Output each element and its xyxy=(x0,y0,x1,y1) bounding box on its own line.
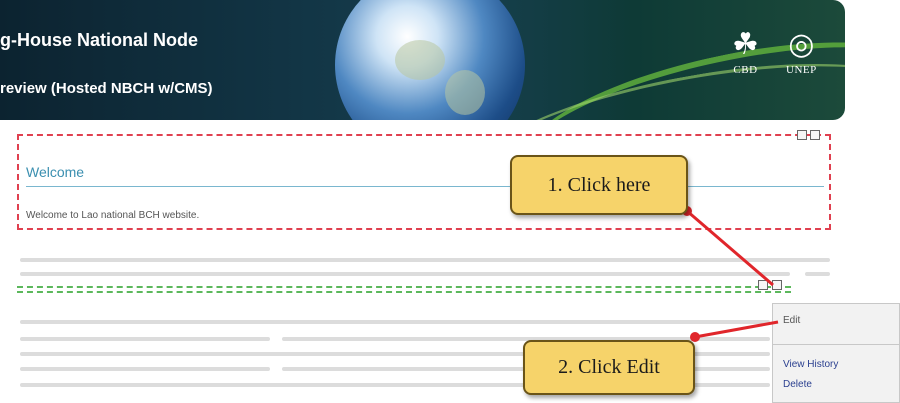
arrow-to-edit-item xyxy=(694,320,779,339)
arrow-to-menu-icon xyxy=(686,209,774,287)
callout-step-2: 2. Click Edit xyxy=(523,340,695,395)
callout-arrows xyxy=(682,206,779,342)
callout-step-1: 1. Click here xyxy=(510,155,688,215)
